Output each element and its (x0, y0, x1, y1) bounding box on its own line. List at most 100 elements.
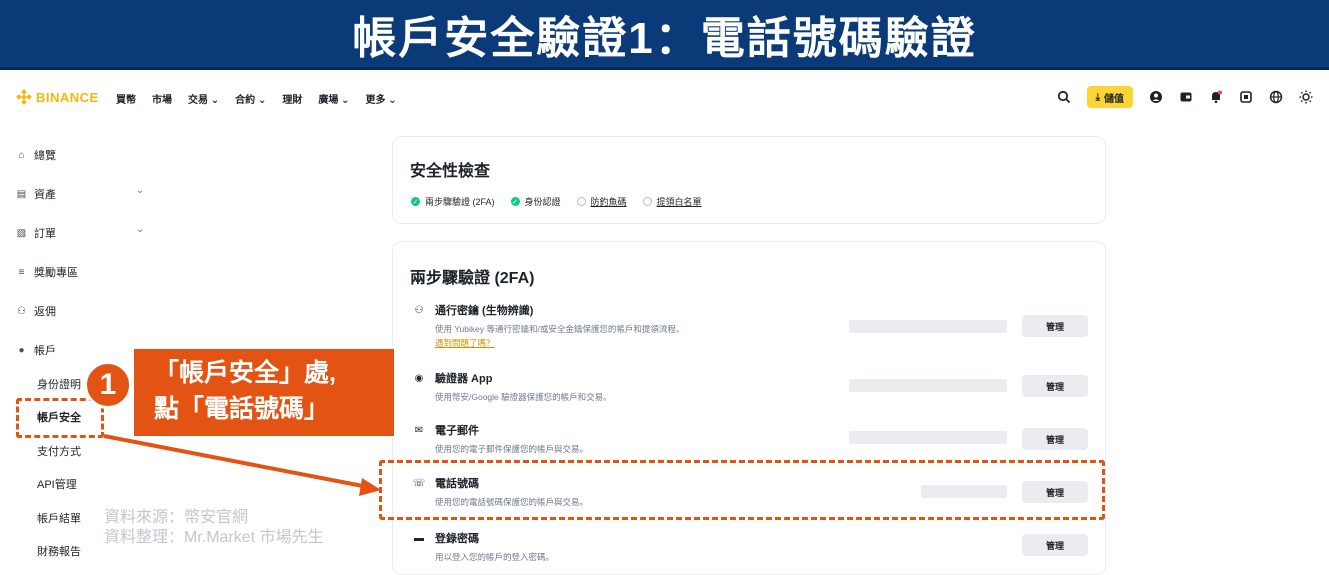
sidebar-item-label: 總覽 (34, 150, 56, 162)
nav-link-buy[interactable]: 買幣 (116, 91, 136, 106)
status-bar (849, 379, 1007, 392)
annotation-callout: 「帳戶安全」處, 點「電話號碼」 (134, 349, 394, 436)
assets-icon: ▤ (16, 188, 27, 200)
password-icon: ▬ (414, 532, 424, 544)
security-check-title: 安全性檢查 (410, 163, 491, 180)
mail-icon: ✉ (414, 424, 424, 436)
source-line-1: 資料來源：幣安官網 (104, 509, 249, 526)
sidebar-item-assets[interactable]: ▤ 資產 (16, 186, 56, 202)
callout-line-2: 點「電話號碼」 (154, 395, 330, 423)
row-title-text: 登錄密碼 (435, 533, 479, 545)
step-number-badge: 1 (84, 361, 132, 409)
wallet-icon[interactable] (1179, 90, 1193, 104)
check-link[interactable]: 防釣魚碼 (591, 195, 627, 208)
nav-link-trade[interactable]: 交易 ⌄ (188, 91, 219, 106)
row-title-text: 驗證器 App (435, 373, 493, 385)
brand-name: BINANCE (36, 89, 99, 105)
check-icon: ✓ (411, 197, 420, 206)
nav-link-markets[interactable]: 市場 (152, 91, 172, 106)
twofa-card: 兩步驟驗證 (2FA) ⚇ 通行密鑰 (生物辨識) 使用 Yubikey 等通行… (392, 241, 1106, 575)
download-app-icon[interactable] (1239, 90, 1253, 104)
row-desc: 用以登入您的帳戶的登入密碼。 (435, 552, 555, 562)
unchecked-icon (576, 197, 586, 206)
binance-logo-icon (16, 89, 32, 105)
chevron-down-icon[interactable]: ⌄ (136, 224, 144, 235)
check-label: 身份認證 (524, 197, 561, 207)
sidebar-item-label: 資產 (34, 189, 56, 201)
rewards-icon: ≡ (18, 266, 25, 278)
sidebar-item-referral[interactable]: ⚇ 返佣 (16, 303, 56, 319)
page-banner: 帳戶安全驗證1：電話號碼驗證 (0, 0, 1329, 70)
orders-icon: ▧ (16, 227, 27, 239)
highlight-phone-row (379, 460, 1105, 520)
sidebar-sub-identification[interactable]: 身份證明 (37, 376, 81, 392)
status-bar (849, 431, 1007, 444)
callout-line-1: 「帳戶安全」處, (154, 359, 336, 387)
row-title-text: 通行密鑰 (生物辨識) (435, 305, 534, 317)
sidebar-sub-payment[interactable]: 支付方式 (37, 443, 81, 459)
manage-button[interactable]: 管理 (1022, 534, 1088, 556)
check-link[interactable]: 提領白名單 (657, 195, 702, 208)
profile-icon[interactable] (1149, 90, 1163, 104)
status-bar (849, 320, 1007, 333)
row-desc: 使用您的電子郵件保護您的帳戶與交易。 (435, 444, 589, 454)
source-line-2: 資料整理：Mr.Market 市場先生 (104, 529, 324, 546)
nav-link-earn[interactable]: 理財 (282, 91, 302, 106)
row-title-text: 電子郵件 (435, 425, 479, 437)
home-icon: ⌂ (18, 149, 25, 161)
security-check-card: 安全性檢查 ✓ 兩步驟驗證 (2FA) ✓ 身份認證 防釣魚碼 提領白名單 (392, 136, 1106, 224)
row-desc: 使用 Yubikey 等通行密鑰和/或安全金鑰保護您的帳戶和提領流程。 (435, 324, 685, 334)
sidebar-item-label: 訂單 (34, 228, 56, 240)
nav-link-futures[interactable]: 合約 ⌄ (235, 91, 266, 106)
globe-icon[interactable] (1269, 90, 1283, 104)
check-item-identity: ✓ 身份認證 (510, 195, 561, 208)
download-icon: ⤓ (1095, 91, 1100, 103)
chevron-down-icon[interactable]: ⌄ (136, 185, 144, 196)
top-navigation: BINANCE 買幣 市場 交易 ⌄ 合約 ⌄ 理財 廣場 ⌄ 更多 ⌄ ⤓ 儲… (0, 72, 1329, 124)
sidebar-item-label: 返佣 (34, 306, 56, 318)
security-check-list: ✓ 兩步驟驗證 (2FA) ✓ 身份認證 防釣魚碼 提領白名單 (411, 195, 702, 208)
sidebar-sub-statements[interactable]: 帳戶結單 (37, 510, 81, 526)
theme-icon[interactable] (1299, 90, 1313, 104)
help-link[interactable]: 遇到問題了嗎？ (435, 337, 495, 349)
banner-title: 帳戶安全驗證1：電話號碼驗證 (352, 13, 977, 63)
check-item-whitelist[interactable]: 提領白名單 (642, 195, 702, 208)
row-title: ▬ 登錄密碼 (413, 530, 479, 546)
nav-actions: ⤓ 儲值 (1057, 86, 1313, 108)
unchecked-icon (642, 197, 652, 206)
nav-link-square[interactable]: 廣場 ⌄ (318, 91, 349, 106)
bell-icon[interactable] (1209, 90, 1223, 104)
sidebar-item-label: 帳戶 (34, 345, 56, 357)
check-item-2fa: ✓ 兩步驟驗證 (2FA) (411, 195, 495, 208)
manage-button[interactable]: 管理 (1022, 428, 1088, 450)
row-desc: 使用幣安/Google 驗證器保護您的帳戶和交易。 (435, 392, 612, 402)
manage-button[interactable]: 管理 (1022, 315, 1088, 337)
sidebar-sub-api[interactable]: API管理 (37, 476, 77, 492)
highlight-account-security (16, 398, 104, 438)
authenticator-icon: ◉ (414, 372, 424, 384)
sidebar-sub-reports[interactable]: 財務報告 (37, 543, 81, 559)
binance-logo[interactable]: BINANCE (16, 89, 99, 105)
check-label: 兩步驟驗證 (2FA) (425, 197, 495, 207)
deposit-button[interactable]: ⤓ 儲值 (1086, 86, 1133, 108)
search-icon[interactable] (1057, 90, 1071, 104)
nav-link-more[interactable]: 更多 ⌄ (366, 91, 397, 106)
row-title: ✉ 電子郵件 (413, 422, 479, 438)
deposit-label: 儲值 (1104, 93, 1124, 105)
twofa-title: 兩步驟驗證 (2FA) (410, 270, 535, 287)
source-note: 資料來源：幣安官網 資料整理：Mr.Market 市場先生 (104, 508, 324, 548)
check-item-antiphishing[interactable]: 防釣魚碼 (576, 195, 627, 208)
sidebar-item-orders[interactable]: ▧ 訂單 (16, 225, 56, 241)
passkey-icon: ⚇ (414, 304, 424, 316)
sidebar-item-rewards[interactable]: ≡ 獎勵專區 (16, 264, 78, 280)
sidebar-item-overview[interactable]: ⌂ 總覽 (16, 147, 56, 163)
sidebar-item-label: 獎勵專區 (34, 267, 78, 279)
referral-icon: ⚇ (17, 305, 26, 317)
row-title: ⚇ 通行密鑰 (生物辨識) (413, 302, 534, 318)
row-title: ◉ 驗證器 App (413, 370, 493, 386)
nav-links: 買幣 市場 交易 ⌄ 合約 ⌄ 理財 廣場 ⌄ 更多 ⌄ (116, 91, 397, 106)
sidebar-item-account[interactable]: ● 帳戶 (16, 342, 56, 358)
user-icon: ● (18, 344, 25, 356)
manage-button[interactable]: 管理 (1022, 375, 1088, 397)
check-icon: ✓ (510, 197, 520, 206)
